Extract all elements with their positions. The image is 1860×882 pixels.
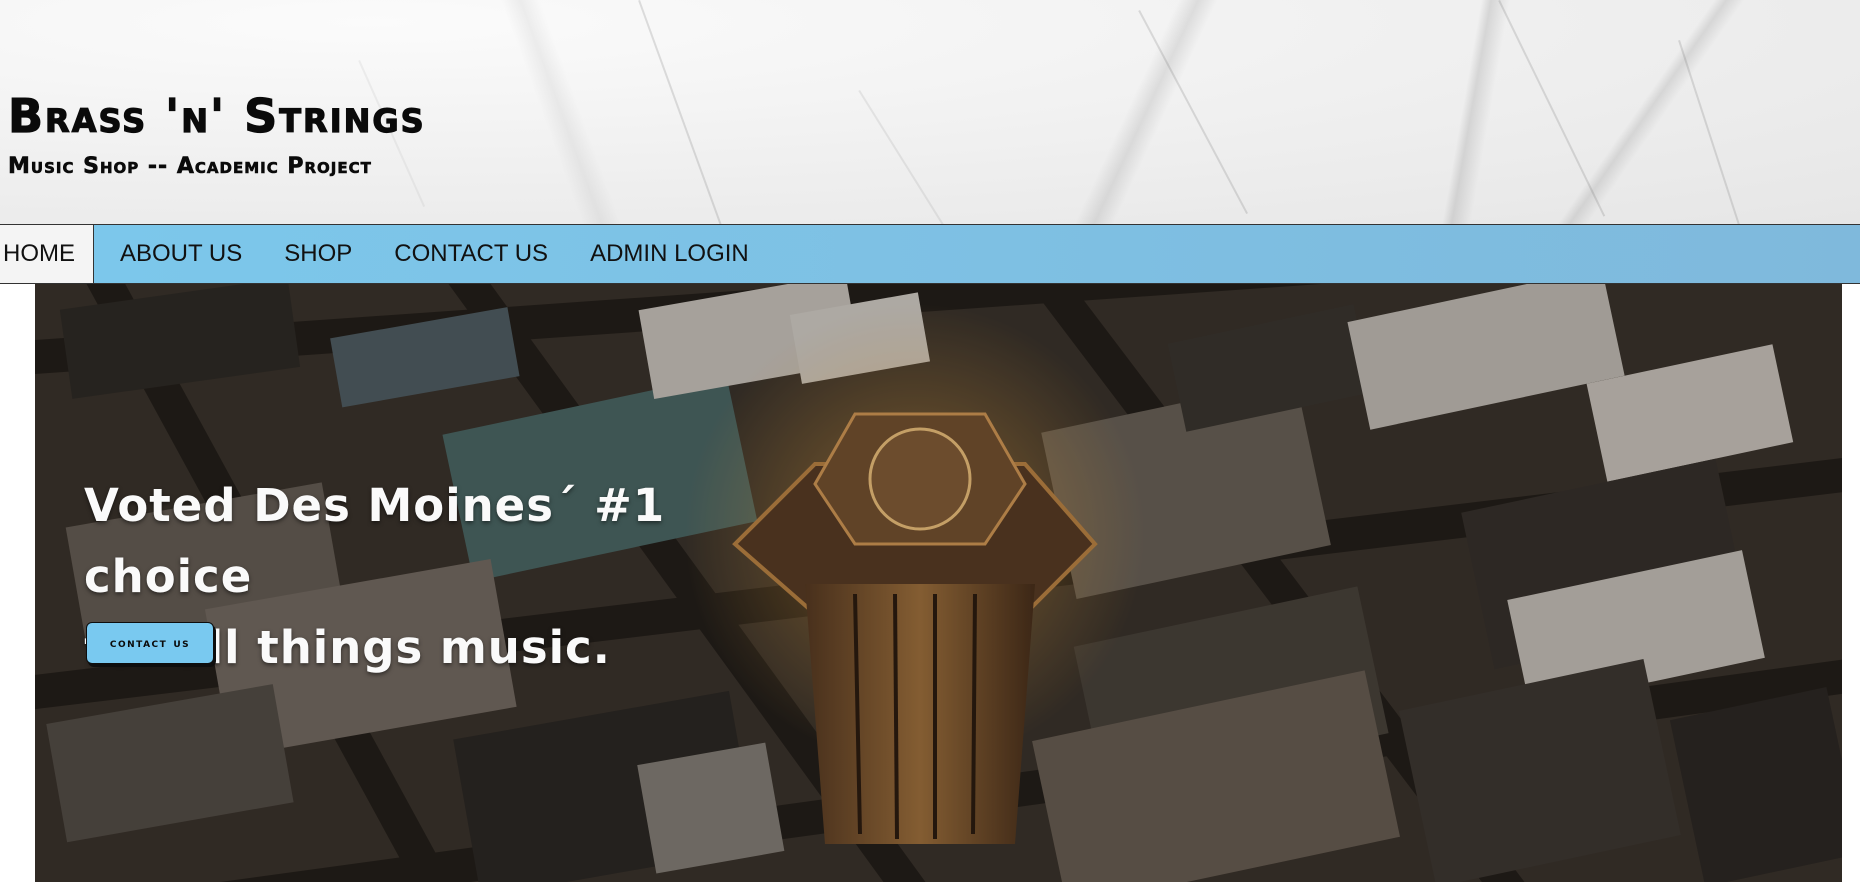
nav-item-shop[interactable]: SHOP [263, 225, 373, 283]
nav-item-admin-login[interactable]: ADMIN LOGIN [569, 225, 770, 283]
site-subtitle: Music Shop -- Academic Project [8, 154, 372, 180]
main-nav: HOME ABOUT US SHOP CONTACT US ADMIN LOGI… [0, 224, 1860, 284]
site-title: Brass 'n' Strings [7, 88, 426, 143]
nav-item-contact-us[interactable]: CONTACT US [373, 225, 569, 283]
nav-item-home[interactable]: HOME [0, 225, 94, 283]
contact-us-button[interactable]: contact us [86, 622, 214, 664]
hero-headline-line1: Voted Des Moines´ #1 choice [84, 479, 666, 603]
hero-banner: Voted Des Moines´ #1 choice for all thin… [35, 284, 1842, 882]
nav-item-about-us[interactable]: ABOUT US [99, 225, 263, 283]
site-header: Brass 'n' Strings Music Shop -- Academic… [0, 0, 1860, 224]
page: Brass 'n' Strings Music Shop -- Academic… [0, 0, 1860, 882]
